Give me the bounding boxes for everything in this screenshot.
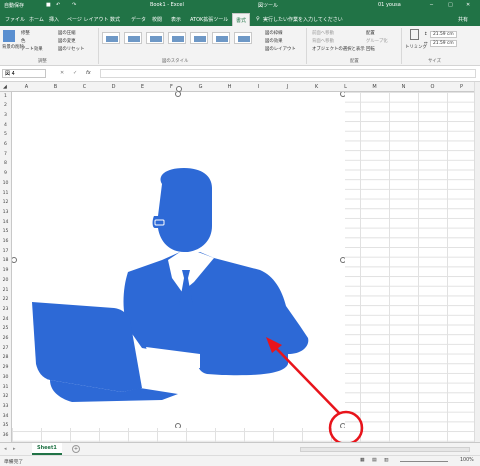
sheet-scroll-left-icon[interactable]: ◂ [4,446,7,452]
annotation-overlay [266,337,364,446]
page-layout-view-icon[interactable]: ▤ [372,458,377,463]
add-sheet-button[interactable]: + [72,445,80,453]
status-bar: 準備完了 ▦ ▤ ▥ 100% [0,455,480,466]
sheet-tab-bar: ◂ ▸ Sheet1 + [0,442,480,455]
page-break-view-icon[interactable]: ▥ [384,458,389,463]
horizontal-scrollbar[interactable] [300,447,470,452]
sheet-scroll-right-icon[interactable]: ▸ [13,446,16,452]
zoom-level[interactable]: 100% [460,458,474,463]
annotation-arrow-line [273,345,341,415]
status-ready: 準備完了 [4,460,24,465]
annotation-circle [328,410,364,446]
normal-view-icon[interactable]: ▦ [360,458,365,463]
excel-window: 自動保存 ■ ↶ ↷ Book1 - Excel 図ツール 01 yousa ─… [0,0,480,466]
zoom-slider[interactable] [400,461,448,462]
sheet-tab-sheet1[interactable]: Sheet1 [32,443,62,455]
